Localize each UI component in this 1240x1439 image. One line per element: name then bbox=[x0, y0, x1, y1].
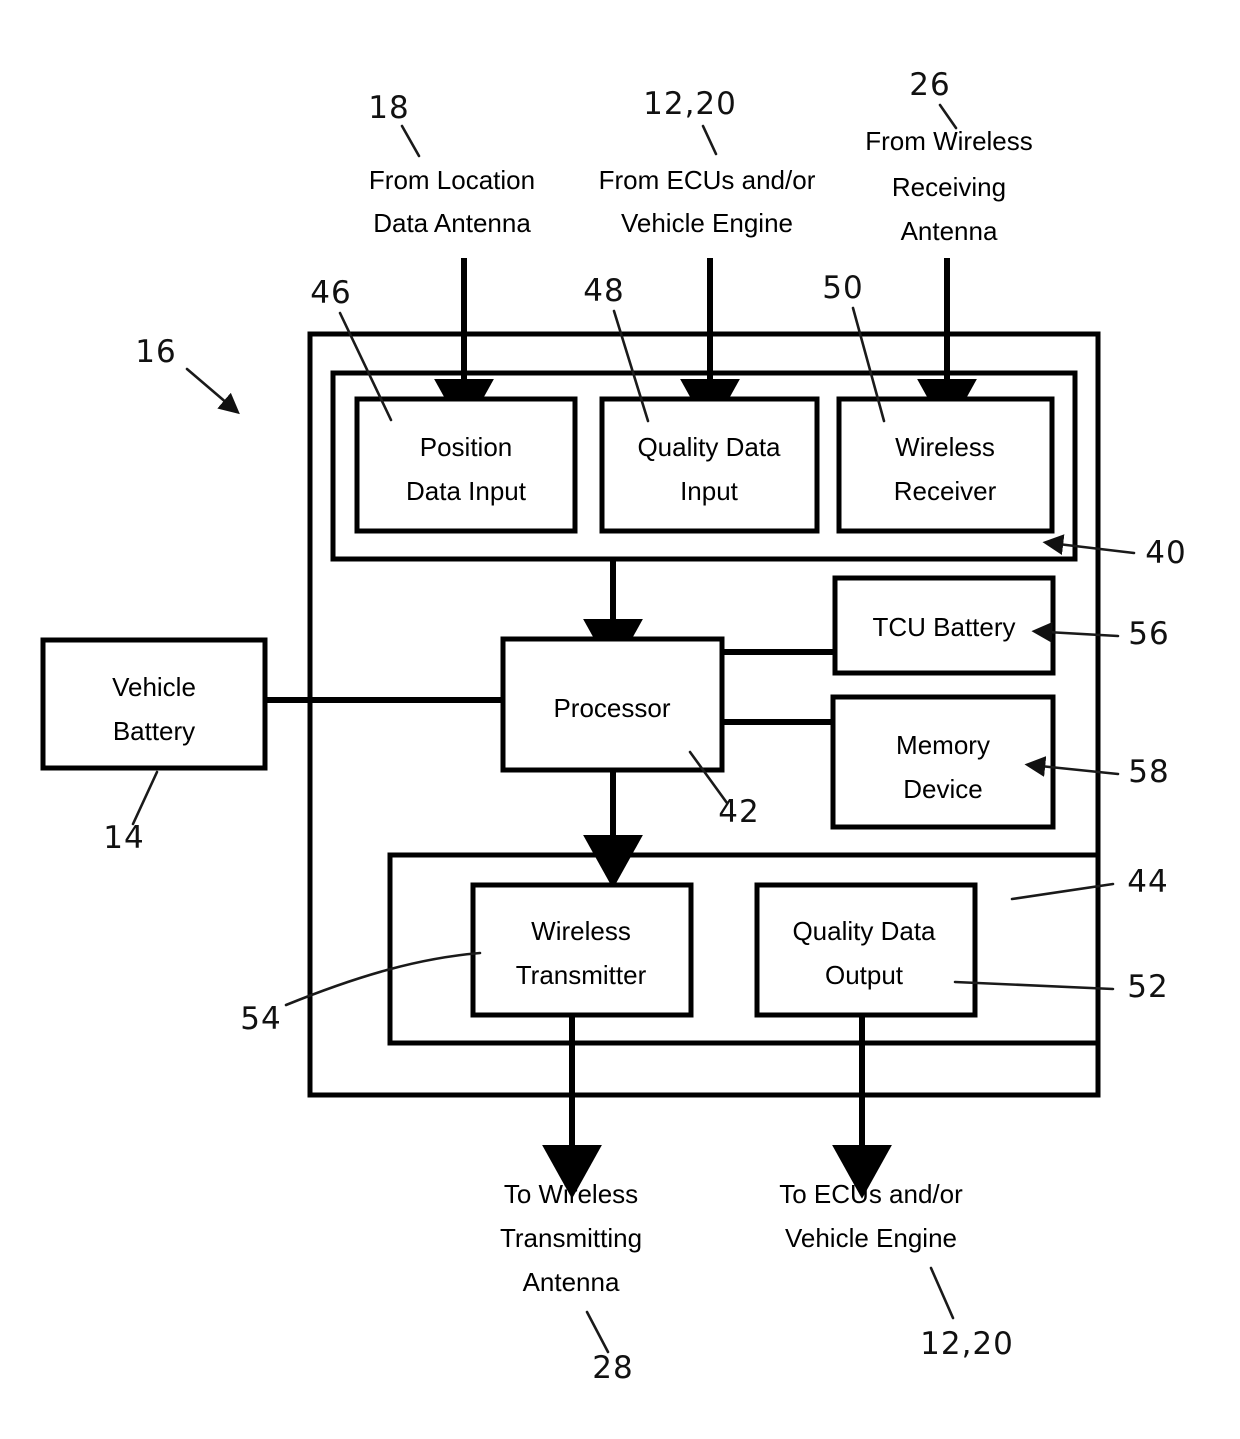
ref-numeral-56: 56 bbox=[1128, 616, 1169, 652]
input-label-wireless-line2: Receiving bbox=[892, 172, 1006, 202]
block-wireless-receiver[interactable] bbox=[836, 396, 1055, 534]
block-vehicle-battery[interactable] bbox=[40, 637, 268, 771]
leader-28 bbox=[585, 1310, 610, 1354]
block-position-data-input-line2: Data Input bbox=[406, 476, 527, 506]
leader-12-20-top bbox=[701, 124, 718, 156]
output-label-wireless-line2: Transmitting bbox=[500, 1223, 642, 1253]
ref-numeral-58: 58 bbox=[1128, 754, 1169, 790]
leader-26 bbox=[938, 103, 958, 130]
block-tcu-battery-label: TCU Battery bbox=[872, 612, 1015, 642]
output-label-ecu-line2: Vehicle Engine bbox=[785, 1223, 957, 1253]
ref-numeral-52: 52 bbox=[1127, 969, 1168, 1005]
input-label-location: From Location Data Antenna bbox=[369, 165, 535, 238]
leader-18 bbox=[400, 124, 421, 158]
leader-54 bbox=[284, 951, 482, 1007]
ref-numeral-50: 50 bbox=[822, 270, 863, 306]
figure-canvas: From Location Data Antenna From ECUs and… bbox=[0, 0, 1240, 1439]
ref-numeral-40: 40 bbox=[1145, 535, 1186, 571]
block-diagram-svg: From Location Data Antenna From ECUs and… bbox=[40, 67, 1186, 1386]
ref-numeral-44: 44 bbox=[1127, 864, 1168, 900]
block-position-data-input-line1: Position bbox=[420, 432, 513, 462]
block-memory-device[interactable] bbox=[830, 694, 1056, 830]
leader-12-20-bottom bbox=[929, 1266, 955, 1320]
block-wireless-transmitter[interactable] bbox=[470, 882, 694, 1018]
ref-numeral-18: 18 bbox=[368, 90, 409, 126]
leader-16 bbox=[185, 367, 240, 415]
ref-numeral-12-20-bottom: 12,20 bbox=[920, 1326, 1014, 1362]
leader-52 bbox=[953, 980, 1115, 991]
leader-14 bbox=[131, 770, 159, 826]
block-quality-data-output-line1: Quality Data bbox=[792, 916, 936, 946]
leader-56 bbox=[1031, 621, 1120, 643]
block-memory-device-line1: Memory bbox=[896, 730, 990, 760]
input-label-ecu: From ECUs and/or Vehicle Engine bbox=[599, 165, 816, 238]
ref-numeral-14: 14 bbox=[103, 820, 144, 856]
ref-numeral-54: 54 bbox=[240, 1001, 281, 1037]
output-label-wireless-line1: To Wireless bbox=[504, 1179, 638, 1209]
block-quality-data-input[interactable] bbox=[599, 396, 820, 534]
block-vehicle-battery-line2: Battery bbox=[113, 716, 195, 746]
ref-numeral-26: 26 bbox=[909, 67, 950, 103]
block-wireless-receiver-line1: Wireless bbox=[895, 432, 995, 462]
block-quality-data-output[interactable] bbox=[754, 882, 978, 1018]
ref-numeral-48: 48 bbox=[583, 273, 624, 309]
input-label-location-line2: Data Antenna bbox=[373, 208, 531, 238]
input-label-ecu-line1: From ECUs and/or bbox=[599, 165, 816, 195]
output-label-wireless-line3: Antenna bbox=[523, 1267, 620, 1297]
output-label-ecu: To ECUs and/or Vehicle Engine bbox=[779, 1179, 963, 1253]
block-quality-data-input-line1: Quality Data bbox=[637, 432, 781, 462]
output-label-wireless: To Wireless Transmitting Antenna bbox=[500, 1179, 642, 1297]
block-processor-label: Processor bbox=[553, 693, 670, 723]
ref-numeral-16: 16 bbox=[135, 334, 176, 370]
input-label-location-line1: From Location bbox=[369, 165, 535, 195]
ref-numeral-28: 28 bbox=[592, 1350, 633, 1386]
input-label-wireless: From Wireless Receiving Antenna bbox=[865, 126, 1033, 246]
input-label-wireless-line1: From Wireless bbox=[865, 126, 1033, 156]
block-wireless-transmitter-line1: Wireless bbox=[531, 916, 631, 946]
output-label-ecu-line1: To ECUs and/or bbox=[779, 1179, 963, 1209]
block-wireless-transmitter-line2: Transmitter bbox=[516, 960, 647, 990]
block-memory-device-line2: Device bbox=[903, 774, 982, 804]
block-wireless-receiver-line2: Receiver bbox=[894, 476, 997, 506]
block-quality-data-output-line2: Output bbox=[825, 960, 904, 990]
ref-numeral-12-20-top: 12,20 bbox=[643, 86, 737, 122]
block-quality-data-input-line2: Input bbox=[680, 476, 739, 506]
ref-numeral-46: 46 bbox=[310, 275, 351, 311]
input-label-wireless-line3: Antenna bbox=[901, 216, 998, 246]
block-vehicle-battery-line1: Vehicle bbox=[112, 672, 196, 702]
input-label-ecu-line2: Vehicle Engine bbox=[621, 208, 793, 238]
